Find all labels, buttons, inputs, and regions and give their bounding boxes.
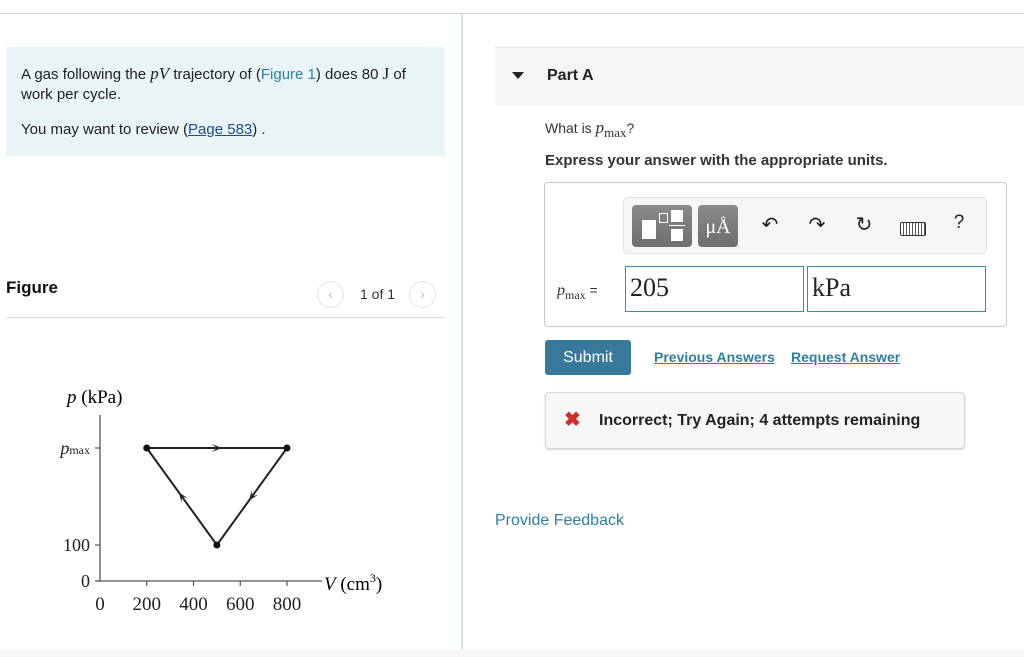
x-label-unit: (cm — [336, 574, 371, 595]
x-axis-label: V (cm3) — [324, 571, 382, 595]
units-button[interactable]: μÅ — [698, 205, 738, 247]
y-axis-label: p (kPa) — [65, 387, 122, 408]
state-point — [143, 444, 151, 452]
text: ) does 80 — [315, 66, 383, 83]
text: You may want to review ( — [21, 121, 189, 138]
request-answer-link[interactable]: Request Answer — [791, 349, 900, 365]
state-point — [283, 444, 291, 452]
figure-pager: ‹ 1 of 1 › — [317, 280, 437, 308]
math-p: p — [595, 118, 605, 137]
question-text: What is pmax? — [545, 118, 634, 141]
pmax-sub: max — [69, 443, 90, 457]
feedback-text: Incorrect; Try Again; 4 attempts remaini… — [599, 412, 921, 429]
incorrect-x-icon: ✖ — [564, 409, 581, 431]
text: What is — [545, 120, 596, 136]
redo-icon[interactable]: ↷ — [805, 212, 829, 237]
part-label: Part A — [547, 67, 594, 84]
y-label-var: p — [65, 387, 77, 408]
collapse-triangle-icon[interactable] — [512, 72, 524, 79]
templates-icon-num — [671, 210, 683, 222]
x-tick-label: 800 — [273, 594, 302, 615]
part-a-header[interactable]: Part A — [495, 47, 1024, 105]
feedback-message: ✖ Incorrect; Try Again; 4 attempts remai… — [545, 392, 965, 449]
problem-statement: A gas following the pV trajectory of (Fi… — [6, 47, 445, 156]
x-tick-label: 200 — [133, 594, 162, 615]
submit-button[interactable]: Submit — [545, 340, 631, 375]
text: ? — [626, 120, 635, 136]
math-sub: max — [604, 124, 627, 140]
chevron-left-icon: ‹ — [328, 286, 333, 302]
text: A gas following the — [21, 66, 151, 83]
figure-link[interactable]: Figure 1 — [261, 66, 316, 83]
page-indicator: 1 of 1 — [360, 286, 396, 302]
undo-icon[interactable]: ↶ — [758, 212, 782, 237]
x-tick-label: 0 — [95, 594, 105, 615]
x-tick-label: 400 — [179, 594, 208, 615]
math-toolbar: μÅ ↶ ↷ ↻ ? — [623, 197, 987, 254]
top-border — [0, 13, 1024, 14]
provide-feedback-link[interactable]: Provide Feedback — [495, 512, 624, 530]
chevron-right-icon: › — [420, 286, 425, 302]
previous-answers-link[interactable]: Previous Answers — [654, 349, 775, 365]
figure-heading: Figure — [6, 278, 58, 297]
templates-icon-bar — [669, 225, 685, 226]
keyboard-icon[interactable] — [900, 222, 926, 236]
help-button[interactable]: ? — [947, 212, 971, 234]
y-tick-label: 0 — [81, 571, 90, 591]
reset-icon[interactable]: ↻ — [852, 212, 876, 237]
y-tick-label: 100 — [63, 535, 90, 555]
figure-divider — [6, 317, 445, 318]
answer-label: pmax = — [557, 282, 598, 303]
value-input[interactable]: 205 — [625, 266, 804, 312]
bottom-edge — [0, 650, 1024, 657]
label-eq: = — [585, 282, 598, 298]
label-var: p — [557, 282, 565, 299]
templates-icon — [642, 220, 656, 239]
next-figure-button[interactable]: › — [409, 280, 437, 308]
pv-diagram: 0 200 400 600 8000100pmax p (kPa) V (cm3) — [58, 387, 382, 615]
state-point — [213, 541, 221, 549]
review-text: You may want to review (Page 583) . — [21, 120, 266, 140]
templates-icon-small — [659, 213, 668, 223]
problem-text: A gas following the pV trajectory of (Fi… — [21, 64, 441, 105]
y-label-unit: (kPa) — [77, 387, 123, 408]
x-tick-label: 600 — [226, 594, 255, 615]
instruction-text: Express your answer with the appropriate… — [545, 152, 888, 169]
prev-figure-button[interactable]: ‹ — [317, 280, 344, 308]
label-sub: max — [565, 287, 586, 302]
x-label-close: ) — [376, 574, 382, 595]
column-divider — [461, 14, 463, 657]
text: trajectory of ( — [169, 66, 261, 83]
text: ) . — [252, 121, 266, 138]
math-pv: pV — [150, 64, 170, 83]
y-tick-label: pmax — [58, 438, 90, 458]
units-input[interactable]: kPa — [807, 266, 986, 312]
templates-icon-den — [671, 229, 683, 241]
pmax-var: p — [58, 438, 69, 458]
page-link[interactable]: Page 583 — [188, 121, 252, 138]
templates-button[interactable] — [632, 205, 692, 247]
